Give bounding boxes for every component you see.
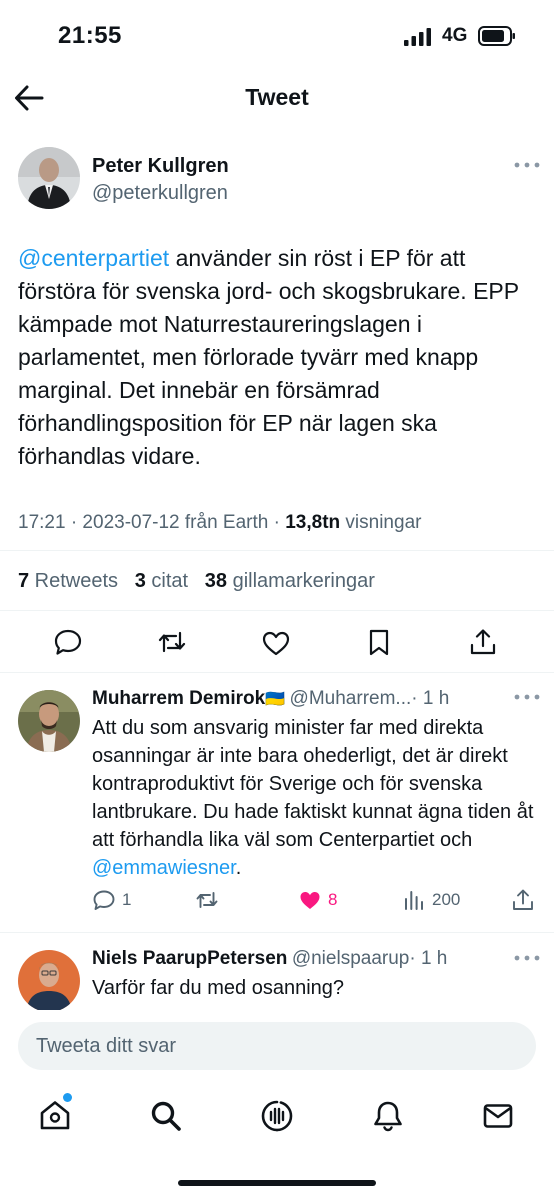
notifications-icon[interactable] — [371, 1099, 405, 1133]
reply-views-button[interactable]: 200 — [402, 888, 460, 912]
divider — [0, 550, 554, 551]
mention-link[interactable]: @centerpartiet — [18, 245, 169, 271]
retweet-icon[interactable] — [157, 627, 187, 657]
more-icon[interactable] — [512, 160, 542, 170]
reply-text: Att du som ansvarig minister far med dir… — [92, 717, 534, 879]
views-label: visningar — [340, 512, 422, 533]
views-icon — [405, 891, 423, 910]
author-name[interactable]: Peter Kullgren — [92, 155, 229, 178]
signal-icon — [404, 28, 431, 46]
reply-author-name[interactable]: Muharrem Demirok — [92, 688, 265, 709]
divider — [0, 610, 554, 611]
reply-retweet-button[interactable] — [195, 888, 219, 912]
more-icon[interactable] — [512, 692, 542, 702]
views-count: 13,8tn — [285, 512, 341, 533]
tweet-text: @centerpartiet använder sin röst i EP fö… — [18, 242, 538, 473]
nav-home[interactable] — [38, 1093, 74, 1134]
status-time: 21:55 — [58, 22, 122, 49]
reply-avatar[interactable] — [18, 950, 80, 1012]
tweet-body: använder sin röst i EP för att förstöra … — [18, 245, 519, 469]
retweet-icon — [196, 892, 218, 908]
share-icon[interactable] — [468, 627, 498, 657]
author-handle[interactable]: @peterkullgren — [92, 182, 228, 205]
reply-header: Niels PaarupPetersen @nielspaarup· 1 h — [92, 948, 492, 970]
flag-icon: 🇺🇦 — [265, 691, 286, 708]
mention-link[interactable]: @emmawiesner — [92, 857, 236, 879]
messages-icon[interactable] — [481, 1099, 515, 1133]
reply-time: · 1 h — [411, 688, 450, 709]
share-icon — [513, 889, 533, 910]
reply-text: Varför far du med osanning? — [92, 977, 345, 999]
like-icon[interactable] — [261, 628, 291, 658]
quotes-stat[interactable]: 3 citat — [135, 570, 188, 592]
reply-like-button[interactable]: 8 — [298, 888, 337, 912]
view-count: 200 — [432, 890, 461, 909]
home-indicator — [178, 1180, 376, 1186]
more-icon[interactable] — [512, 953, 542, 963]
notification-dot — [63, 1093, 72, 1102]
reply-share-button[interactable] — [511, 888, 535, 912]
retweets-stat[interactable]: 7 Retweets — [18, 570, 118, 592]
battery-icon — [478, 26, 515, 46]
reply-author-handle[interactable]: @Muharrem... — [290, 688, 412, 709]
network-type: 4G — [442, 25, 468, 46]
spaces-icon[interactable] — [260, 1099, 294, 1133]
reply-input[interactable]: Tweeta ditt svar — [18, 1022, 536, 1070]
like-count: 8 — [328, 890, 338, 909]
reply-header: Muharrem Demirok🇺🇦 @Muharrem...· 1 h — [92, 688, 492, 710]
divider — [0, 932, 554, 933]
reply-time: · 1 h — [409, 948, 448, 969]
home-icon — [40, 1101, 70, 1130]
page-title: Tweet — [245, 84, 309, 110]
author-avatar[interactable] — [18, 147, 80, 209]
reply-author-name[interactable]: Niels PaarupPetersen — [92, 948, 287, 969]
reply-count: 1 — [122, 890, 132, 909]
tweet-timestamp: 17:21 · 2023-07-12 från Earth · — [18, 512, 286, 533]
tweet-stats: 7 Retweets 3 citat 38 gillamarkeringar — [18, 570, 375, 593]
reply-reply-button[interactable]: 1 — [92, 888, 131, 912]
reply-icon[interactable] — [53, 627, 83, 657]
divider — [0, 672, 554, 673]
like-filled-icon — [300, 892, 320, 909]
bookmark-icon[interactable] — [364, 627, 394, 657]
reply-icon — [93, 890, 115, 910]
reply-author-handle[interactable]: @nielspaarup — [292, 948, 410, 969]
reply-avatar[interactable] — [18, 690, 80, 752]
tweet-meta: 17:21 · 2023-07-12 från Earth · 13,8tn v… — [18, 512, 421, 534]
likes-stat[interactable]: 38 gillamarkeringar — [205, 570, 375, 592]
search-icon[interactable] — [149, 1099, 183, 1133]
